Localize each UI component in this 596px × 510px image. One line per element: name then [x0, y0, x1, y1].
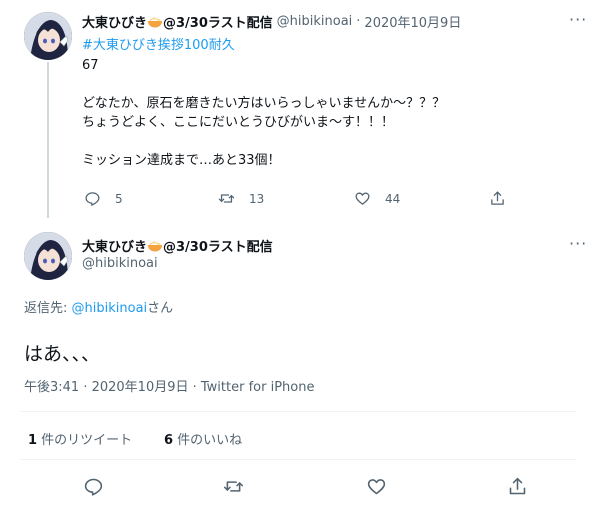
share-icon [509, 477, 526, 495]
ramen-bowl-emoji-icon [148, 240, 163, 251]
tweet2-header: 大東ひびき @3/30ラスト配信 [82, 236, 273, 255]
display-name[interactable]: 大東ひびき [82, 236, 147, 255]
tweet-timestamp[interactable]: 午後3:41 · 2020年10月9日 · Twitter for iPhone [24, 376, 314, 395]
retweets-stat[interactable]: 1 件のリツイート [28, 429, 132, 448]
reply-button[interactable] [83, 476, 104, 501]
handle[interactable]: @hibikinoai [82, 256, 158, 271]
more-options-icon[interactable]: ··· [569, 10, 587, 29]
reply-to-suffix: さん [147, 301, 174, 316]
avatar[interactable] [24, 232, 72, 280]
divider [20, 411, 576, 412]
display-name-suffix[interactable]: @3/30ラスト配信 [163, 12, 273, 31]
ramen-bowl-emoji-icon [148, 16, 163, 27]
reply-button[interactable]: 5 [84, 190, 123, 207]
tweet1-header: 大東ひびき @3/30ラスト配信 @hibikinoai · 2020年10月9… [82, 12, 461, 31]
reply-to-line: 返信先: @hibikinoaiさん [24, 297, 173, 316]
avatar[interactable] [24, 12, 72, 60]
reply-icon [84, 478, 103, 496]
likes-stat[interactable]: 6 件のいいね [164, 429, 242, 448]
retweet-button[interactable]: 13 [218, 190, 264, 207]
retweets-number: 1 [28, 433, 38, 448]
retweet-button[interactable] [223, 476, 244, 501]
heart-icon [355, 192, 370, 205]
thread-line [47, 62, 49, 218]
share-icon [491, 191, 504, 205]
display-name-suffix[interactable]: @3/30ラスト配信 [163, 236, 273, 255]
like-button[interactable] [366, 476, 387, 501]
avatar-image [24, 12, 72, 60]
tweet-date[interactable]: 2020年10月9日 [364, 12, 461, 31]
handle[interactable]: @hibikinoai [277, 14, 353, 29]
like-button[interactable]: 44 [354, 190, 400, 207]
more-options-icon[interactable]: ··· [569, 234, 587, 253]
reply-count: 5 [115, 191, 123, 206]
heart-icon [367, 479, 386, 495]
retweets-label: 件のリツイート [37, 433, 133, 448]
display-name[interactable]: 大東ひびき [82, 12, 147, 31]
retweet-icon [218, 194, 235, 203]
reply-icon [85, 192, 100, 206]
likes-number: 6 [164, 433, 174, 448]
retweet-icon [223, 481, 244, 492]
reply-to-handle[interactable]: @hibikinoai [72, 301, 148, 316]
reply-to-prefix: 返信先: [24, 301, 72, 316]
avatar-image [24, 232, 72, 280]
tweet-body: 67 どなたか、原石を磨きたい方はいらっしゃいませんか～？？？ ちょうどよく、こ… [82, 58, 446, 168]
hashtag-link[interactable]: #大東ひびき挨拶100耐久 [82, 36, 235, 55]
share-button[interactable] [507, 476, 528, 501]
separator-dot: · [356, 14, 361, 29]
share-button[interactable] [489, 190, 506, 207]
likes-label: 件のいいね [173, 433, 243, 448]
tweet-body: はあ、、、 [24, 343, 101, 365]
like-count: 44 [385, 191, 401, 206]
divider [20, 459, 576, 460]
retweet-count: 13 [249, 191, 265, 206]
